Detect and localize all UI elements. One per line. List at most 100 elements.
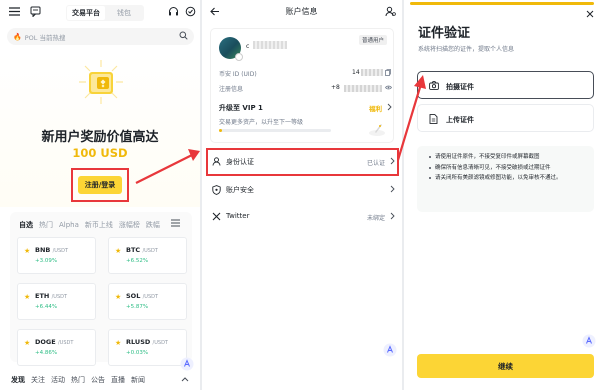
tab-gainers[interactable]: 涨幅榜 [119, 220, 140, 230]
uid-redacted [361, 69, 383, 76]
gift-coin-icon [79, 60, 123, 104]
avatar[interactable] [219, 37, 243, 61]
chevron-up-icon[interactable] [181, 376, 189, 382]
segment-wallet[interactable]: 钱包 [105, 6, 143, 20]
welfare-link[interactable]: 福利 [369, 103, 382, 113]
tab-new-listings[interactable]: 新币上线 [85, 220, 113, 230]
account-security-row[interactable]: 账户安全 [202, 177, 401, 203]
ticker-symbol: BNB [35, 246, 51, 254]
ticker-change: +6.44% [35, 304, 58, 310]
uid-label: 币安 ID (UID) [219, 71, 257, 78]
identity-verification-label: 身份认证 [226, 158, 254, 166]
star-icon[interactable]: ★ [115, 247, 121, 255]
star-icon[interactable]: ★ [24, 247, 30, 255]
headset-support-icon[interactable] [168, 6, 179, 17]
search-icon[interactable] [179, 31, 188, 42]
star-icon[interactable]: ★ [24, 293, 30, 301]
account-info-screen: 账户信息 c 普通用户 币安 ID (UID) 14 注册信息 +8 升级至 V… [202, 0, 401, 390]
ticker-card[interactable]: ★ BTC /USDT +6.52% [108, 237, 187, 274]
tab-live[interactable]: 直播 [111, 375, 125, 385]
bottom-feed-tabs: 发现 关注 活动 热门 公告 直播 新闻 [0, 370, 200, 390]
twitter-status: 未绑定 [366, 215, 385, 222]
ticker-symbol: ETH [35, 292, 50, 300]
page-title: 证件验证 [418, 26, 471, 41]
tab-announcements[interactable]: 公告 [91, 375, 105, 385]
tip-item: 确保所有信息清晰可见，不接受破损或过期证件 [429, 164, 586, 173]
ticker-quote: /USDT [142, 294, 159, 300]
search-placeholder: POL 当前热搜 [24, 33, 66, 42]
ticker-symbol: SOL [126, 292, 141, 300]
hamburger-menu-icon[interactable] [9, 7, 20, 16]
identity-verification-status: 已认证 [366, 160, 385, 167]
account-header: 账户信息 [202, 0, 401, 24]
star-icon[interactable]: ★ [115, 339, 121, 347]
eye-icon[interactable] [385, 85, 392, 90]
platform-segment[interactable]: 交易平台 钱包 [66, 5, 144, 21]
user-settings-icon[interactable] [385, 6, 396, 17]
x-logo-icon [212, 212, 221, 221]
ticker-card[interactable]: ★ RLUSD /USDT +0.03% [108, 329, 187, 366]
vip-progress-bar [219, 129, 331, 132]
chevron-right-icon [390, 185, 395, 193]
document-verification-screen: 证件验证 系统将扫描您的证件，提取个人信息 拍摄证件 上传证件 请使用证件原件，… [404, 0, 600, 390]
tab-alpha[interactable]: Alpha [59, 221, 79, 229]
step-arrow-icon [135, 149, 200, 184]
ticker-card[interactable]: ★ ETH /USDT +6.44% [17, 283, 96, 320]
rocket-illustration-icon [369, 124, 385, 136]
assistant-float-icon[interactable] [582, 334, 596, 348]
chevron-right-icon[interactable] [387, 103, 392, 111]
flame-icon: 🔥 [13, 32, 22, 41]
vip-upgrade-subtitle: 交易更多资产，以升至下一等级 [219, 119, 304, 126]
step-progress-bar [410, 2, 594, 5]
continue-button[interactable]: 继续 [417, 354, 594, 378]
register-info-value: +8 [331, 84, 340, 91]
segment-exchange[interactable]: 交易平台 [67, 6, 105, 20]
upload-document-label: 上传证件 [446, 116, 474, 124]
tab-discover[interactable]: 发现 [11, 375, 25, 385]
camera-icon [429, 81, 439, 90]
tab-favorites[interactable]: 自选 [19, 220, 33, 230]
ticker-symbol: BTC [126, 246, 141, 254]
tab-hot[interactable]: 热门 [39, 220, 53, 230]
star-icon[interactable]: ★ [115, 293, 121, 301]
copy-icon[interactable] [385, 69, 391, 76]
ticker-change: +5.87% [126, 304, 149, 310]
user-level-badge: 普通用户 [358, 35, 387, 45]
ticker-card[interactable]: ★ DOGE /USDT +4.86% [17, 329, 96, 366]
twitter-row[interactable]: Twitter 未绑定 [202, 204, 401, 230]
tab-losers[interactable]: 跌幅 [146, 220, 160, 230]
ticker-quote: /USDT [57, 340, 74, 346]
close-icon[interactable] [586, 10, 594, 18]
ticker-card[interactable]: ★ SOL /USDT +5.87% [108, 283, 187, 320]
tab-following[interactable]: 关注 [31, 375, 45, 385]
identity-verification-row[interactable]: 身份认证 已认证 [202, 149, 401, 175]
upload-document-option[interactable]: 上传证件 [417, 104, 594, 132]
assistant-float-icon[interactable] [383, 343, 397, 357]
tabs-menu-icon[interactable] [171, 219, 180, 227]
twitter-label: Twitter [226, 212, 250, 220]
ticker-change: +4.86% [35, 350, 58, 356]
home-top-bar: 交易平台 钱包 [0, 0, 200, 26]
uid-value: 14 [352, 69, 360, 76]
ticker-symbol: RLUSD [126, 338, 151, 346]
tab-trending[interactable]: 热门 [71, 375, 85, 385]
tab-news[interactable]: 新闻 [131, 375, 145, 385]
star-icon[interactable]: ★ [24, 339, 30, 347]
search-input[interactable]: 🔥 POL 当前热搜 [7, 28, 194, 45]
shield-icon [212, 185, 221, 195]
rewards-icon[interactable] [185, 6, 196, 17]
verification-tips: 请使用证件原件，不接受复印件或屏幕截图 确保所有信息清晰可见，不接受破损或过期证… [417, 146, 594, 212]
ticker-change: +0.03% [126, 350, 149, 356]
page-title: 账户信息 [285, 7, 318, 16]
message-icon[interactable] [30, 6, 41, 17]
account-security-label: 账户安全 [226, 186, 254, 194]
take-photo-option[interactable]: 拍摄证件 [417, 71, 594, 99]
register-login-button[interactable]: 注册/登录 [78, 176, 122, 194]
register-highlight-box: 注册/登录 [71, 168, 129, 202]
assistant-float-icon[interactable] [180, 357, 194, 371]
ticker-card[interactable]: ★ BNB /USDT +3.09% [17, 237, 96, 274]
vip-progress-fill [219, 129, 223, 132]
page-subtitle: 系统将扫描您的证件，提取个人信息 [418, 46, 515, 53]
tab-campaigns[interactable]: 活动 [51, 375, 65, 385]
ticker-symbol: DOGE [35, 338, 56, 346]
